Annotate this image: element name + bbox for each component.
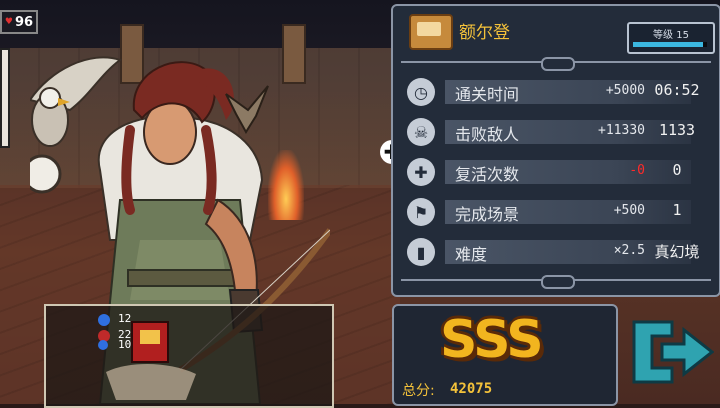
results-panel: 额尔登 等级 15 ◷ 通关时间 +5000 06:52 ☠ 击败敌人 +11330 1133… — [391, 4, 720, 297]
stat-bonus: +5000 — [605, 83, 645, 98]
stat-value: 06:52 — [654, 81, 700, 99]
stat-bonus: -0 — [629, 163, 645, 178]
xp-bar — [633, 42, 707, 47]
skull-icon: ☠ — [407, 118, 435, 146]
divider — [401, 57, 711, 71]
stat-row: ◷ 通关时间 +5000 06:52 — [403, 78, 711, 106]
stat-row: ✚ 复活次数 -0 0 — [403, 158, 711, 186]
minimap-counter: 10 — [118, 338, 132, 351]
total-score-value: 42075 — [450, 381, 493, 397]
stat-label: 通关时间 — [455, 85, 520, 104]
heart-icon: ♥ — [4, 17, 13, 27]
stat-value: 1 — [672, 201, 682, 219]
minimap-counter: 12 — [118, 312, 132, 325]
stat-bonus: +500 — [613, 203, 645, 218]
revive-icon: ✚ — [407, 158, 435, 186]
stat-value: 0 — [672, 161, 682, 179]
score-box: SSS 总分: 42075 — [392, 304, 618, 406]
grade-rank: SSS — [440, 310, 544, 370]
stat-label: 完成场景 — [455, 205, 520, 224]
stat-row: ▮ 难度 ×2.5 真幻境 — [403, 238, 711, 266]
difficulty-icon: ▮ — [407, 238, 435, 266]
stat-value: 真幻境 — [654, 243, 700, 261]
minimap-panel: 12 22 10 — [44, 304, 334, 408]
exit-icon — [632, 320, 714, 384]
total-score-label: 总分: — [402, 383, 435, 399]
hp-value: 96 — [14, 14, 34, 30]
level-label: 等级 15 — [653, 30, 689, 41]
clock-icon: ◷ — [407, 78, 435, 106]
stat-value: 1133 — [658, 121, 696, 139]
scroll-icon — [409, 14, 453, 50]
eagle-figure — [30, 56, 123, 147]
hp-badge: ♥ 96 — [0, 10, 38, 34]
stat-label: 复活次数 — [455, 165, 520, 184]
distant-eagle — [225, 85, 269, 134]
stat-bonus: ×2.5 — [613, 243, 645, 258]
xp-fill — [633, 42, 704, 47]
divider — [401, 275, 711, 289]
stat-row: ☠ 击败敌人 +11330 1133 — [403, 118, 711, 146]
stat-bonus: +11330 — [598, 123, 645, 138]
flag-icon: ⚑ — [407, 198, 435, 226]
hero-name: 额尔登 — [459, 23, 510, 43]
stat-label: 击败敌人 — [455, 125, 520, 144]
stat-label: 难度 — [455, 245, 488, 264]
shield-icon — [98, 340, 108, 350]
mana-icon — [98, 314, 110, 326]
hero-title-bar: 额尔登 等级 15 — [401, 12, 715, 54]
side-frame — [0, 48, 10, 148]
level-box: 等级 15 — [627, 22, 715, 54]
exit-button[interactable] — [632, 316, 714, 388]
stat-row: ⚑ 完成场景 +500 1 — [403, 198, 711, 226]
